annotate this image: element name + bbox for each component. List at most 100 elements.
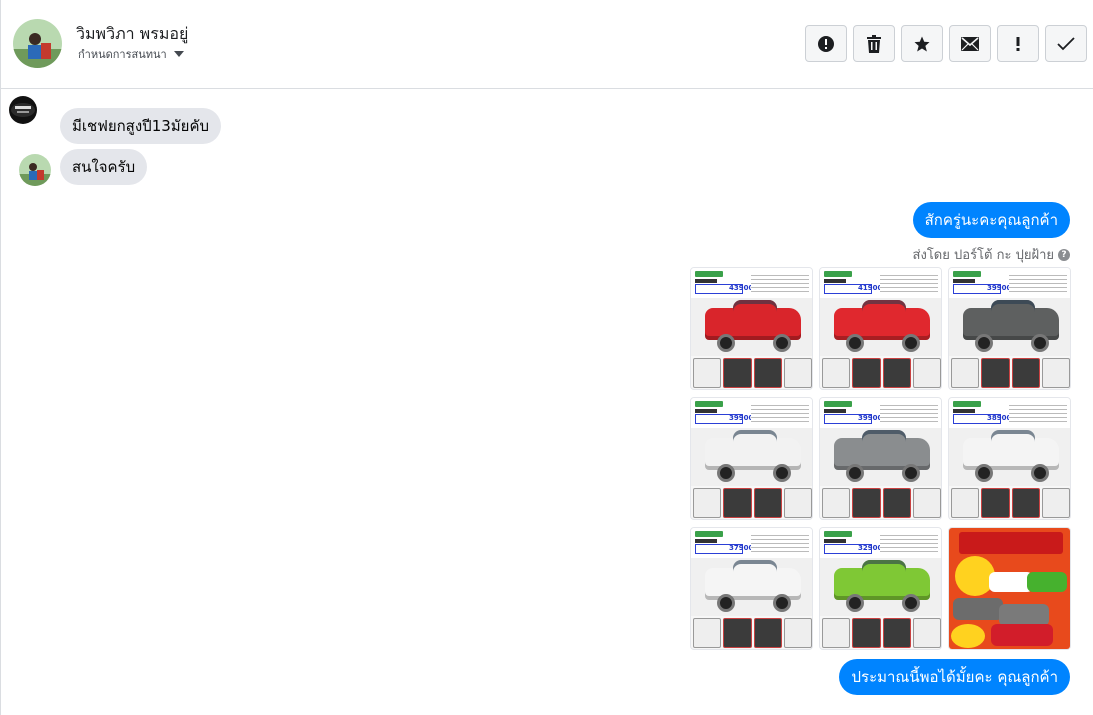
avatar-photo <box>19 154 51 186</box>
message-bubble-outgoing: ประมาณนี้พอได้มั้ยคะ คุณลูกค้า <box>839 659 1070 695</box>
gallery-image[interactable]: 439000 <box>690 267 813 390</box>
dealer-logo <box>953 401 981 407</box>
wheel <box>902 334 920 352</box>
truck-cab <box>862 300 906 318</box>
wheel <box>717 464 735 482</box>
wheel <box>717 334 735 352</box>
detail-photo-strip <box>693 358 812 388</box>
action-toolbar <box>805 25 1087 62</box>
wheel <box>717 594 735 612</box>
truck-cab <box>991 300 1035 318</box>
spam-button[interactable] <box>997 25 1039 62</box>
check-icon <box>1057 36 1075 50</box>
detail-photo-strip <box>951 358 1070 388</box>
help-icon[interactable]: ? <box>1058 248 1070 261</box>
promo-banner <box>959 532 1063 554</box>
wheel <box>773 334 791 352</box>
dealer-logo-text <box>695 279 717 283</box>
promo-background <box>949 528 1070 649</box>
chevron-down-icon <box>173 51 184 57</box>
dealer-logo-text <box>953 279 975 283</box>
dealer-logo <box>824 401 852 407</box>
wheel <box>975 464 993 482</box>
ad-description <box>880 272 938 294</box>
ad-description <box>880 532 938 554</box>
avatar-photo <box>13 19 62 68</box>
dealer-logo <box>953 271 981 277</box>
wheel <box>975 334 993 352</box>
dealer-logo-text <box>824 409 846 413</box>
chat-window: วิมพวิภา พรมอยู่ กำหนดการสนทนา มีเชฟยกสู… <box>0 0 1093 715</box>
report-button[interactable] <box>805 25 847 62</box>
gallery-image[interactable]: 389000 <box>948 397 1071 520</box>
wheel <box>1031 464 1049 482</box>
dealer-logo-text <box>953 409 975 413</box>
detail-photo-strip <box>822 618 941 648</box>
wheel <box>902 594 920 612</box>
dealer-logo <box>695 401 723 407</box>
wheel <box>846 464 864 482</box>
truck-grey-2 <box>999 604 1049 626</box>
contact-avatar[interactable] <box>13 19 62 68</box>
conversation-status-label: กำหนดการสนทนา <box>78 48 167 61</box>
contact-avatar-small[interactable] <box>19 154 51 186</box>
done-button[interactable] <box>1045 25 1087 62</box>
gallery-image[interactable]: 399000 <box>819 397 942 520</box>
dealer-logo <box>824 531 852 537</box>
gallery-image-promo[interactable] <box>948 527 1071 650</box>
truck-cab <box>733 300 777 318</box>
detail-photo-strip <box>693 618 812 648</box>
truck-green <box>1027 572 1067 592</box>
conversation-status-dropdown[interactable]: กำหนดการสนทนา <box>78 45 184 63</box>
truck-cab <box>862 430 906 448</box>
wheel <box>773 594 791 612</box>
detail-photo-strip <box>693 488 812 518</box>
gallery-image[interactable]: 399000 <box>948 267 1071 390</box>
ad-description <box>751 272 809 294</box>
truck-cab <box>733 430 777 448</box>
wheel <box>846 334 864 352</box>
dealer-logo-text <box>824 539 846 543</box>
truck-cab <box>991 430 1035 448</box>
promo-badge-2 <box>951 624 985 648</box>
star-button[interactable] <box>901 25 943 62</box>
gallery-image[interactable]: 399000 <box>690 397 813 520</box>
gallery-image[interactable]: 419000 <box>819 267 942 390</box>
ad-description <box>751 532 809 554</box>
exclamation-icon <box>1016 36 1020 51</box>
detail-photo-strip <box>822 358 941 388</box>
message-bubble-outgoing: สักครู่นะคะคุณลูกค้า <box>912 202 1070 238</box>
truck-red <box>991 624 1053 646</box>
sent-by-text: ส่งโดย ปอร์โต้ กะ ปุยฝ้าย <box>912 248 1054 263</box>
wheel <box>1031 334 1049 352</box>
envelope-icon <box>961 36 979 51</box>
dealer-logo <box>695 271 723 277</box>
gallery-image[interactable]: 379000 <box>690 527 813 650</box>
wheel <box>902 464 920 482</box>
truck-cab <box>862 560 906 578</box>
dealer-logo <box>824 271 852 277</box>
ad-description <box>880 402 938 424</box>
ad-description <box>1009 272 1067 294</box>
page-avatar <box>9 96 37 124</box>
delete-button[interactable] <box>853 25 895 62</box>
image-gallery: 439000 419000 399000 399000 399000 389000 3790… <box>690 267 1071 650</box>
page-logo-image <box>9 96 37 124</box>
gallery-image[interactable]: 329000 <box>819 527 942 650</box>
conversation-header: วิมพวิภา พรมอยู่ กำหนดการสนทนา <box>1 0 1093 89</box>
message-bubble-incoming: มีเชฟยกสูงปี13มัยคับ <box>60 108 222 144</box>
mark-unread-button[interactable] <box>949 25 991 62</box>
wheel <box>773 464 791 482</box>
alert-circle-icon <box>818 35 834 52</box>
contact-name: วิมพวิภา พรมอยู่ <box>76 24 189 43</box>
detail-photo-strip <box>822 488 941 518</box>
message-bubble-incoming: สนใจครับ <box>60 149 148 185</box>
truck-grey <box>953 598 1003 620</box>
dealer-logo-text <box>695 409 717 413</box>
ad-description <box>751 402 809 424</box>
detail-photo-strip <box>951 488 1070 518</box>
sent-by-label: ส่งโดย ปอร์โต้ กะ ปุยฝ้าย ? <box>913 244 1070 265</box>
dealer-logo-text <box>824 279 846 283</box>
star-icon <box>914 36 930 51</box>
dealer-logo-text <box>695 539 717 543</box>
